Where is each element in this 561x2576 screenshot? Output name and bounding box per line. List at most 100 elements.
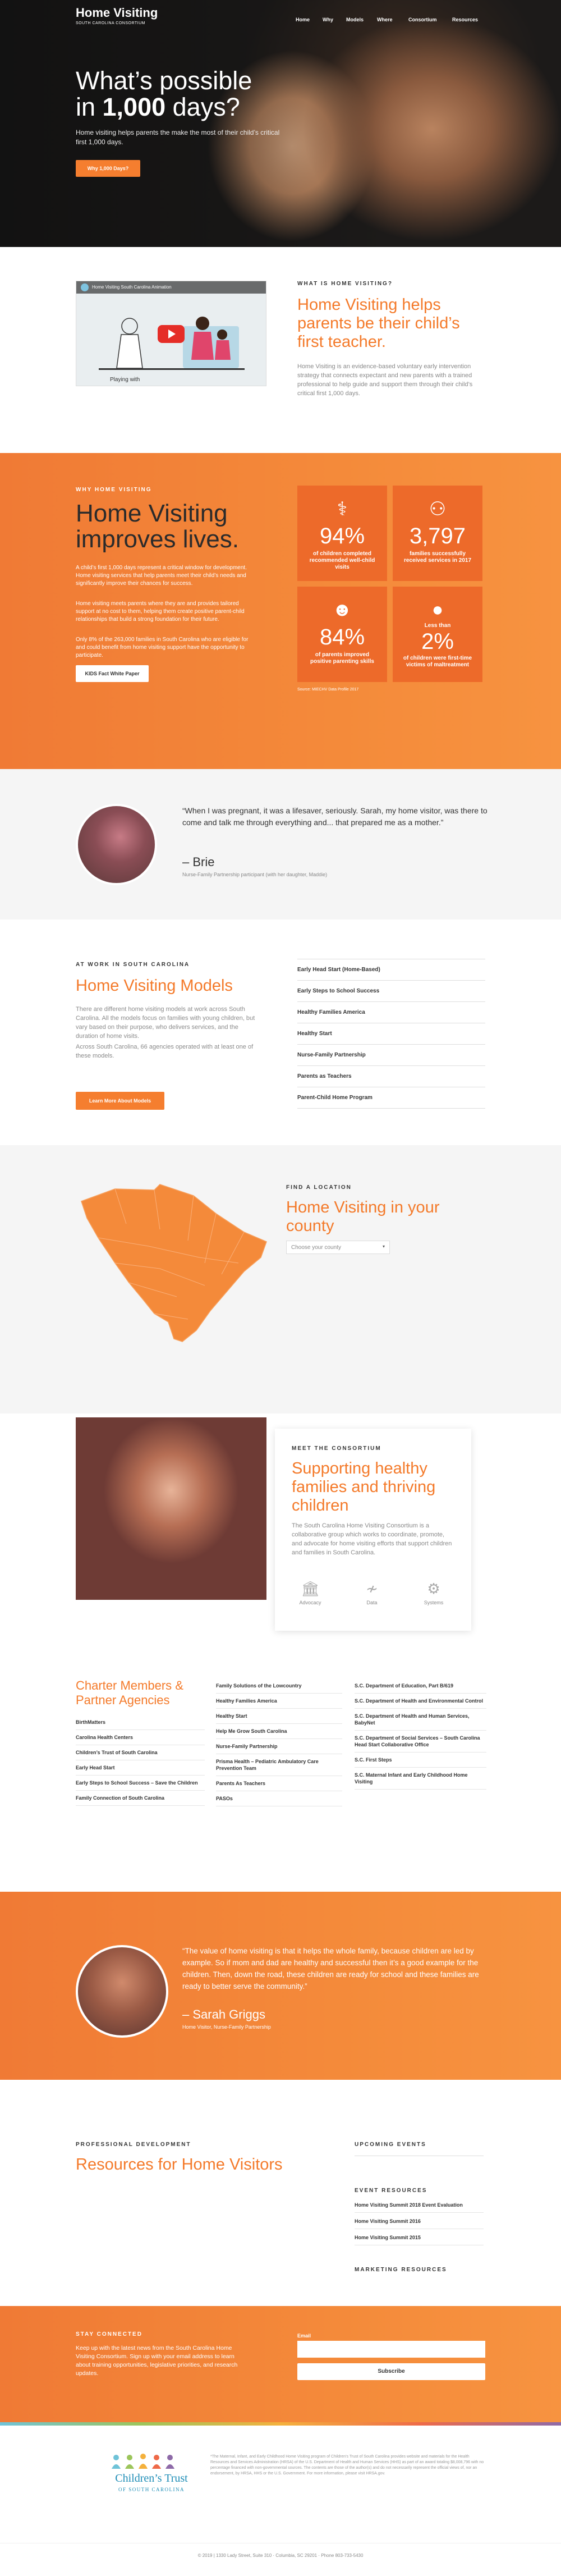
stay-connected-label: STAY CONNECTED: [76, 2331, 142, 2337]
member-item: Family Solutions of the Lowcountry: [216, 1678, 342, 1694]
model-link[interactable]: Early Head Start (Home-Based): [297, 959, 485, 981]
consortium-photo: [76, 1417, 266, 1600]
member-item: S.C. Department of Social Services – Sou…: [355, 1731, 486, 1753]
logo-subtext: OF SOUTH CAROLINA: [118, 2487, 185, 2492]
video-title: Home Visiting South Carolina Animation: [92, 285, 172, 290]
why-paragraph-3: Only 8% of the 263,000 families in South…: [76, 637, 249, 658]
model-link[interactable]: Nurse-Family Partnership: [297, 1045, 485, 1066]
white-paper-button[interactable]: KIDS Fact White Paper: [76, 665, 149, 682]
why-1000-days-button[interactable]: Why 1,000 Days?: [76, 160, 140, 177]
testimonial-photo: [76, 804, 157, 885]
testimonial-name: – Brie: [182, 855, 215, 869]
member-item: Parents As Teachers: [216, 1776, 342, 1791]
consortium-heading: Supporting healthy families and thriving…: [292, 1459, 436, 1515]
site-logo[interactable]: Home Visiting: [76, 6, 158, 20]
why-paragraph-2: Home visiting meets parents where they a…: [76, 601, 245, 623]
nav-consortium[interactable]: Consortium: [408, 17, 437, 22]
why-section: WHY HOME VISITING Home Visiting improves …: [0, 453, 561, 769]
members-column-1: BirthMatters Carolina Health Centers Chi…: [76, 1715, 205, 1806]
testimonial-photo: [76, 1945, 168, 2038]
family-icon: ⚇: [429, 498, 447, 520]
member-item: S.C. Department of Education, Part B/619: [355, 1678, 486, 1694]
about-label: WHAT IS HOME VISITING?: [297, 281, 393, 287]
member-item: Early Head Start: [76, 1760, 205, 1776]
testimonial-quote: “When I was pregnant, it was a lifesaver…: [182, 806, 488, 827]
hero-title: What’s possible in 1,000 days?: [76, 66, 252, 121]
location-label: FIND A LOCATION: [286, 1184, 352, 1191]
nav-models[interactable]: Models: [346, 17, 364, 22]
south-carolina-map[interactable]: [76, 1179, 278, 1347]
about-text: Home Visiting is an evidence-based volun…: [297, 363, 473, 397]
video-player[interactable]: Home Visiting South Carolina Animation P…: [76, 281, 266, 386]
models-label: AT WORK IN SOUTH CAROLINA: [76, 962, 190, 968]
member-item: Healthy Families America: [216, 1694, 342, 1709]
stat-card: ● Less than 2% of children were first-ti…: [393, 587, 482, 682]
stats-source: Source: MIECHV Data Profile 2017: [297, 688, 359, 692]
model-link[interactable]: Healthy Start: [297, 1023, 485, 1045]
event-resource-link[interactable]: Home Visiting Summit 2015: [355, 2230, 484, 2245]
channel-avatar: [81, 283, 89, 291]
footer-copyright: © 2019 | 1330 Lady Street, Suite 310 · C…: [197, 2553, 364, 2558]
member-item: S.C. Department of Health and Environmen…: [355, 1694, 486, 1709]
stat-card: ⚇ 3,797 families successfully received s…: [393, 486, 482, 581]
members-column-2: Family Solutions of the Lowcountry Healt…: [216, 1678, 342, 1806]
testimonial-role: Home Visitor, Nurse-Family Partnership: [182, 2024, 271, 2030]
member-item: S.C. Maternal Infant and Early Childhood…: [355, 1768, 486, 1790]
member-item: Carolina Health Centers: [76, 1730, 205, 1745]
county-select[interactable]: Choose your county ▾: [286, 1241, 390, 1254]
resources-label: PROFESSIONAL DEVELOPMENT: [76, 2142, 191, 2148]
upcoming-events-label: UPCOMING EVENTS: [355, 2142, 426, 2148]
event-resource-link[interactable]: Home Visiting Summit 2016: [355, 2214, 484, 2229]
video-illustration: [99, 317, 245, 370]
people-icon: [112, 2454, 174, 2469]
member-item: Prisma Health – Pediatric Ambulatory Car…: [216, 1754, 342, 1776]
newsletter-section: STAY CONNECTED Keep up with the latest n…: [0, 2306, 561, 2422]
person-icon: ●: [431, 599, 444, 620]
color-bar: [0, 2422, 561, 2426]
about-heading: Home Visiting helps parents be their chi…: [297, 296, 460, 351]
model-link[interactable]: Healthy Families America: [297, 1002, 485, 1023]
learn-more-models-button[interactable]: Learn More About Models: [76, 1092, 164, 1110]
nav-why[interactable]: Why: [323, 17, 333, 22]
member-item: PASOs: [216, 1791, 342, 1806]
testimonial-name: – Sarah Griggs: [182, 2007, 265, 2021]
video-caption: Playing with: [110, 377, 140, 383]
stat-card: ☻ 84% of parents improved positive paren…: [297, 587, 387, 682]
nav-home[interactable]: Home: [296, 17, 310, 22]
models-paragraph-1: There are different home visiting models…: [76, 1006, 255, 1040]
member-item: Children’s Trust of South Carolina: [76, 1745, 205, 1760]
member-item: S.C. Department of Health and Human Serv…: [355, 1709, 486, 1731]
testimonial-quote: “The value of home visiting is that it h…: [182, 1947, 479, 1991]
member-item: Help Me Grow South Carolina: [216, 1724, 342, 1739]
chevron-down-icon: ▾: [382, 1244, 385, 1249]
childrens-trust-logo[interactable]: Children’s Trust OF SOUTH CAROLINA: [95, 2453, 208, 2504]
consortium-card: MEET THE CONSORTIUM Supporting healthy f…: [275, 1429, 471, 1631]
why-paragraph-1: A child’s first 1,000 days represent a c…: [76, 565, 247, 587]
members-heading: Charter Members & Partner Agencies: [76, 1678, 183, 1707]
subscribe-button[interactable]: Subscribe: [297, 2363, 485, 2380]
members-column-3: S.C. Department of Education, Part B/619…: [355, 1678, 486, 1790]
member-item: Family Connection of South Carolina: [76, 1791, 205, 1806]
model-link[interactable]: Parents as Teachers: [297, 1066, 485, 1087]
consortium-label: MEET THE CONSORTIUM: [292, 1445, 381, 1452]
member-item: Healthy Start: [216, 1709, 342, 1724]
systems-icon: ⚙: [427, 1580, 440, 1597]
stay-connected-text: Keep up with the latest news from the So…: [76, 2345, 238, 2377]
model-link[interactable]: Early Steps to School Success: [297, 981, 485, 1002]
location-heading: Home Visiting in your county: [286, 1198, 440, 1235]
model-link[interactable]: Parent-Child Home Program: [297, 1087, 485, 1109]
event-resource-link[interactable]: Home Visiting Summit 2018 Event Evaluati…: [355, 2198, 484, 2213]
member-item: BirthMatters: [76, 1715, 205, 1730]
testimonial-section-2: “The value of home visiting is that it h…: [0, 1892, 561, 2080]
logo-text: Children’s Trust: [115, 2472, 188, 2485]
nav-resources[interactable]: Resources: [452, 17, 478, 22]
hero-text: Home visiting helps parents the make the…: [76, 129, 280, 146]
data-icon: ≁: [366, 1580, 378, 1597]
email-label: Email: [297, 2333, 311, 2339]
why-heading: Home Visiting improves lives.: [76, 500, 239, 553]
advocacy-icon: 🏛: [301, 1580, 320, 1597]
email-input[interactable]: [297, 2341, 485, 2358]
parent-child-icon: ☻: [332, 599, 352, 620]
nav-where[interactable]: Where: [377, 17, 393, 22]
play-icon: [168, 330, 176, 338]
